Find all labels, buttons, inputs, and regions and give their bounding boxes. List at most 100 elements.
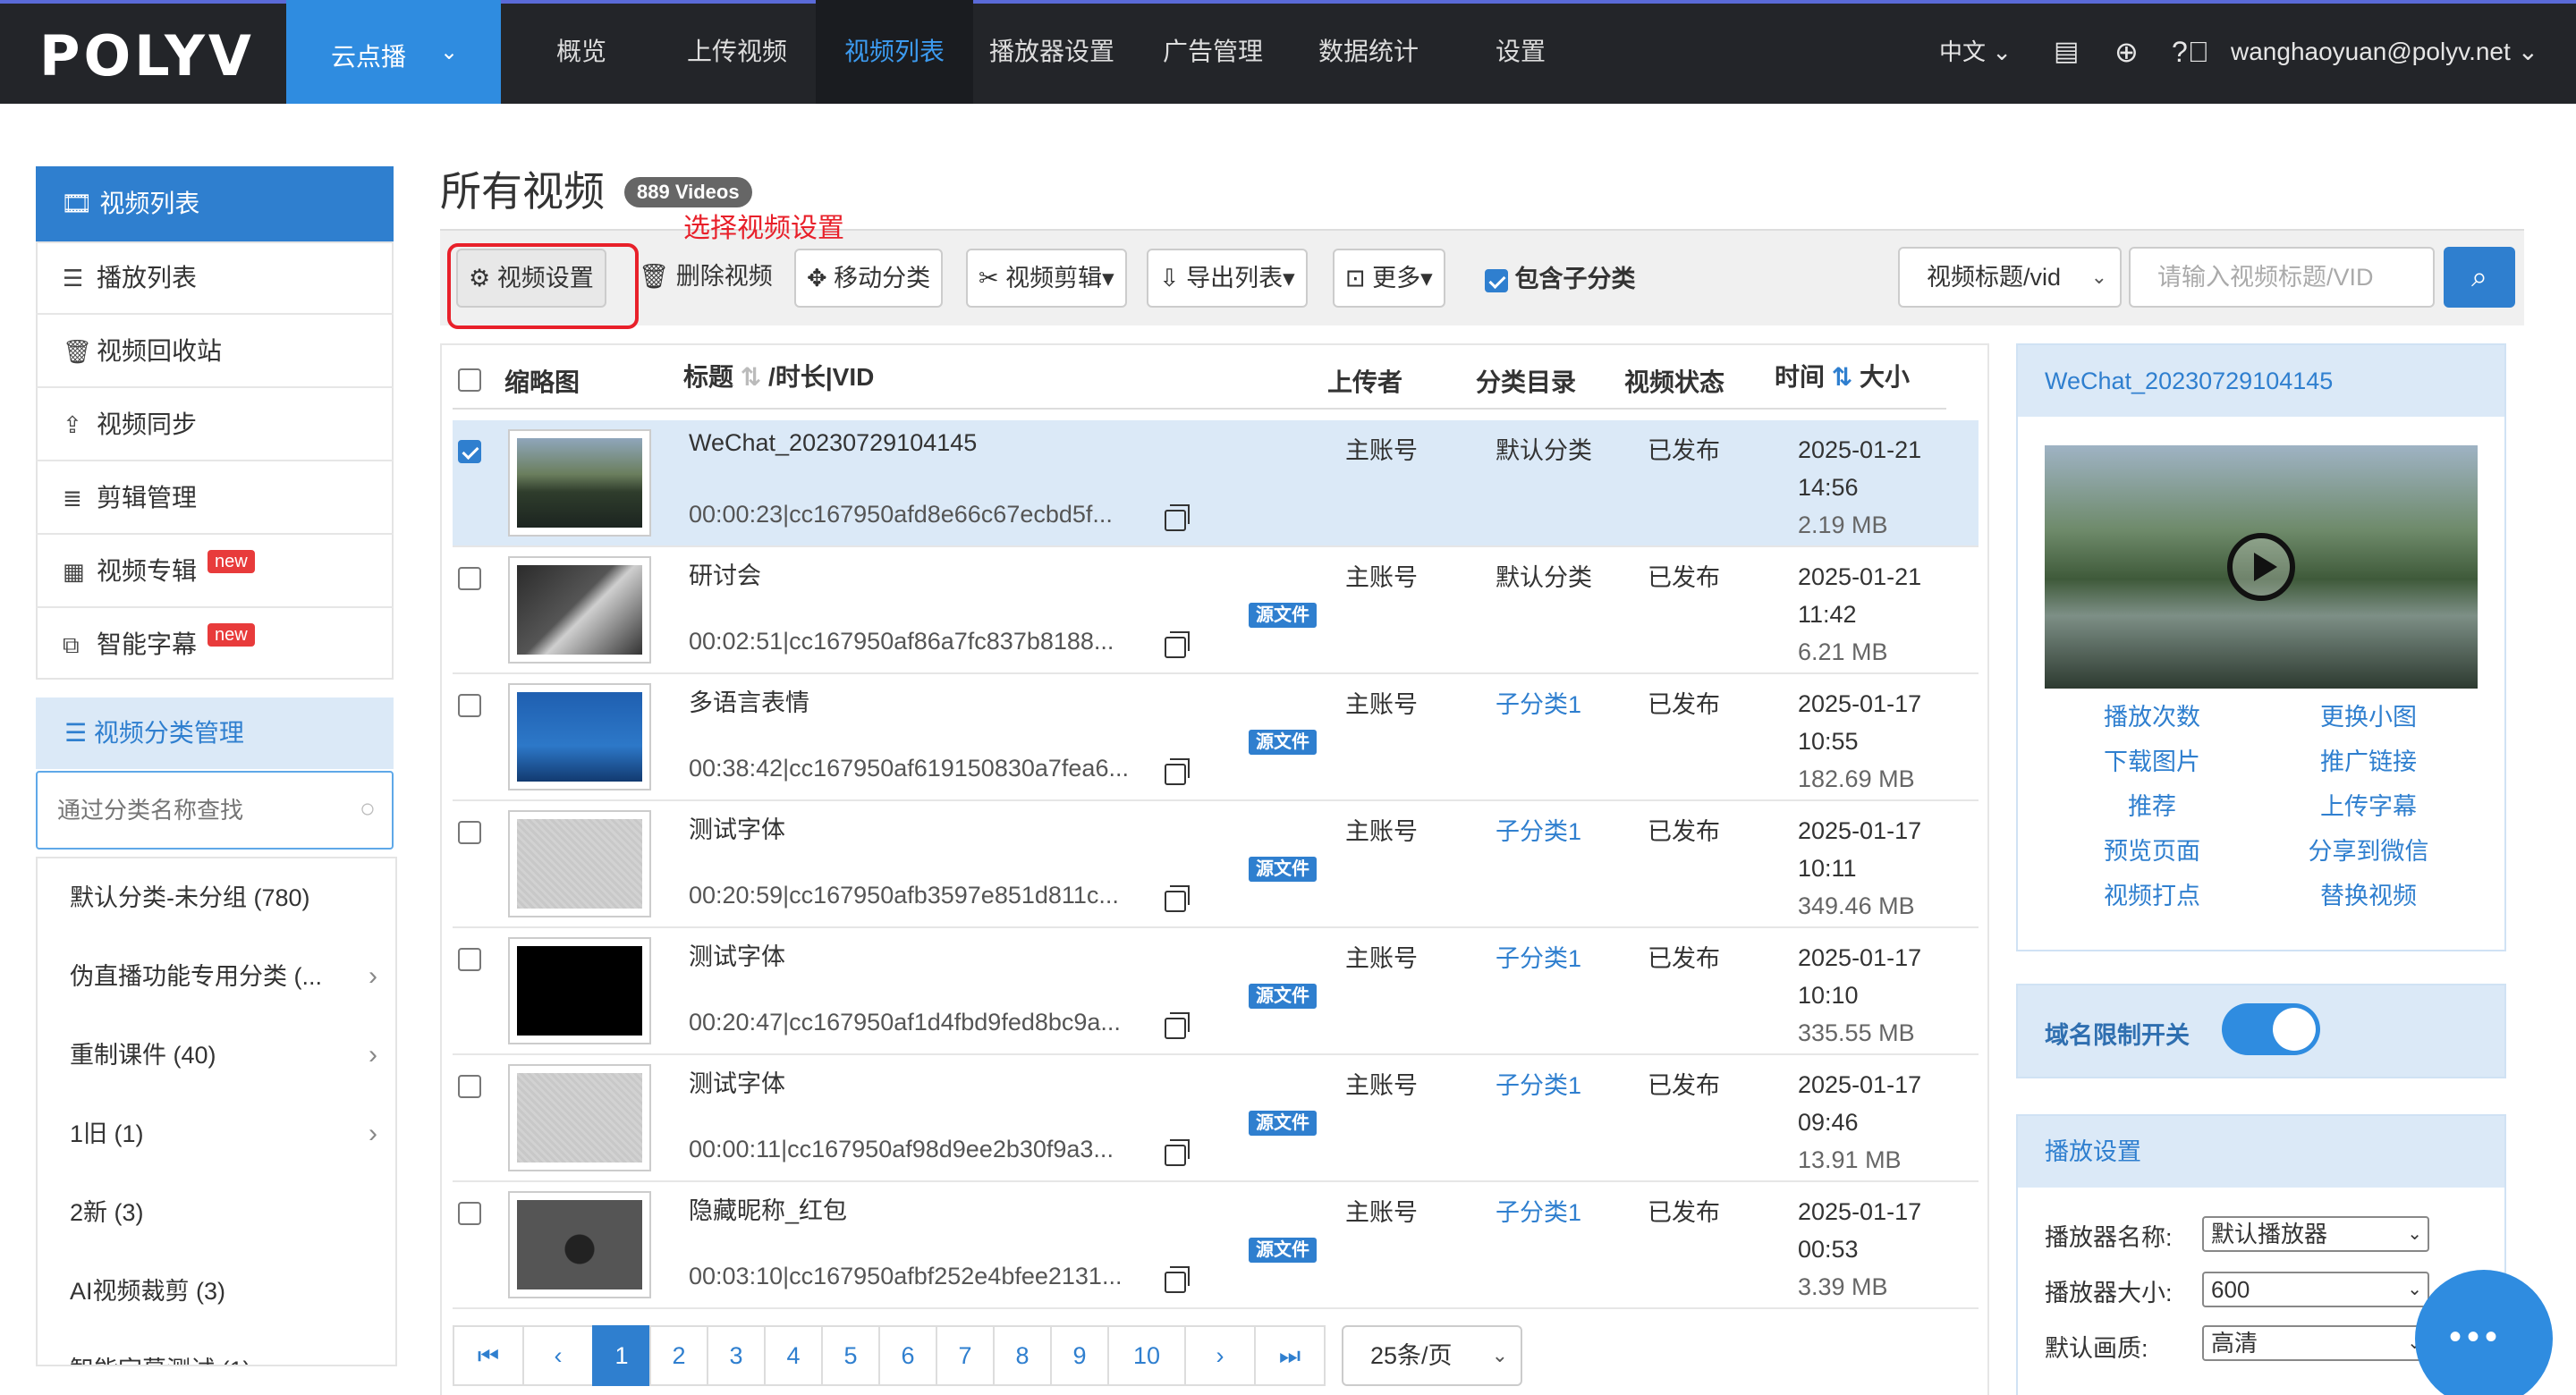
search-icon[interactable]: ○: [360, 794, 376, 824]
select-all-checkbox[interactable]: [458, 365, 481, 393]
video-category[interactable]: 子分类1: [1496, 939, 1581, 974]
table-row[interactable]: 研讨会 源文件 00:02:51|cc167950af86a7fc837b8188.…: [453, 547, 1979, 674]
copy-icon[interactable]: [1165, 885, 1190, 912]
sidebar-item-albums[interactable]: ▦ 视频专辑 new: [36, 535, 394, 608]
category-item[interactable]: 默认分类-未分组 (780): [38, 858, 395, 937]
video-title[interactable]: 多语言表情: [689, 683, 809, 718]
header-title[interactable]: 标题 ⇅ /时长|VID: [683, 358, 874, 393]
sidebar-item-playlist[interactable]: ☰ 播放列表: [36, 241, 394, 315]
video-category[interactable]: 子分类1: [1496, 812, 1581, 847]
video-category[interactable]: 子分类1: [1496, 1066, 1581, 1101]
video-category[interactable]: 子分类1: [1496, 1193, 1581, 1228]
table-row[interactable]: WeChat_20230729104145 00:00:23|cc167950af…: [453, 420, 1979, 547]
delete-video-button[interactable]: 🗑 删除视频: [628, 249, 784, 308]
video-clip-button[interactable]: ✂ 视频剪辑▾: [966, 249, 1127, 308]
download-icon[interactable]: ⊕: [2114, 0, 2139, 104]
video-thumbnail[interactable]: [508, 937, 651, 1044]
category-search-input[interactable]: [38, 773, 333, 848]
row-checkbox[interactable]: [458, 1075, 481, 1098]
category-item[interactable]: 智能字幕测试 (1): [38, 1331, 395, 1365]
row-checkbox[interactable]: [458, 1202, 481, 1225]
page-9[interactable]: 9: [1050, 1325, 1109, 1386]
page-1[interactable]: 1: [592, 1325, 651, 1386]
page-4[interactable]: 4: [764, 1325, 823, 1386]
include-subcategory-option[interactable]: 包含子分类: [1485, 259, 1636, 294]
header-time-size[interactable]: 时间 ⇅ 大小: [1775, 358, 1910, 393]
nav-settings[interactable]: 设置: [1485, 0, 1556, 104]
chevron-right-icon[interactable]: ›: [369, 937, 377, 1016]
chevron-right-icon[interactable]: ›: [369, 1016, 377, 1095]
default-quality-select[interactable]: 高清⌄: [2202, 1325, 2429, 1361]
video-thumbnail[interactable]: [508, 1064, 651, 1171]
row-checkbox[interactable]: [458, 440, 481, 463]
export-list-button[interactable]: ⇩ 导出列表▾: [1147, 249, 1308, 308]
nav-upload[interactable]: 上传视频: [669, 0, 805, 104]
category-management-head[interactable]: ☰ 视频分类管理: [36, 698, 394, 769]
chat-button[interactable]: •••: [2415, 1270, 2553, 1395]
category-item[interactable]: 伪直播功能专用分类 (... ›: [38, 937, 395, 1016]
copy-icon[interactable]: [1165, 758, 1190, 785]
video-preview-image[interactable]: [2045, 445, 2478, 689]
chevron-right-icon[interactable]: ›: [369, 1095, 377, 1173]
link-recommend[interactable]: 推荐: [2063, 787, 2241, 822]
link-change-thumbnail[interactable]: 更换小图: [2279, 698, 2458, 732]
video-title[interactable]: 隐藏昵称_红包: [689, 1191, 847, 1226]
row-checkbox[interactable]: [458, 567, 481, 590]
video-thumbnail[interactable]: [508, 556, 651, 664]
copy-icon[interactable]: [1165, 1139, 1190, 1166]
video-search-input[interactable]: 请输入视频标题/VID: [2129, 247, 2435, 308]
search-button[interactable]: ⌕: [2444, 247, 2515, 308]
video-thumbnail[interactable]: [508, 1191, 651, 1298]
player-size-select[interactable]: 600 ⌄: [2202, 1272, 2429, 1307]
video-thumbnail[interactable]: [508, 429, 651, 537]
domain-limit-toggle[interactable]: [2222, 1003, 2320, 1055]
nav-ads[interactable]: 广告管理: [1150, 0, 1275, 104]
sidebar-item-subtitles[interactable]: ⧉ 智能字幕 new: [36, 608, 394, 681]
sidebar-item-clips[interactable]: ≣ 剪辑管理: [36, 461, 394, 535]
video-thumbnail[interactable]: [508, 683, 651, 790]
link-share-wechat[interactable]: 分享到微信: [2279, 832, 2458, 867]
prev-page-button[interactable]: ‹: [522, 1325, 594, 1386]
table-row[interactable]: 测试字体 源文件 00:20:59|cc167950afb3597e851d811c…: [453, 801, 1979, 928]
row-checkbox[interactable]: [458, 694, 481, 717]
category-item[interactable]: 2新 (3): [38, 1173, 395, 1252]
page-10[interactable]: 10: [1107, 1325, 1186, 1386]
nav-stats[interactable]: 数据统计: [1309, 0, 1428, 104]
page-5[interactable]: 5: [821, 1325, 880, 1386]
video-thumbnail[interactable]: [508, 810, 651, 917]
next-page-button[interactable]: ›: [1184, 1325, 1256, 1386]
link-replace-video[interactable]: 替换视频: [2279, 876, 2458, 911]
sidebar-head-video-list[interactable]: 🎞 视频列表: [36, 166, 394, 241]
help-icon[interactable]: ?⃝: [2172, 0, 2209, 104]
sort-desc-icon[interactable]: ⇅: [1832, 363, 1852, 391]
link-preview-page[interactable]: 预览页面: [2063, 832, 2241, 867]
table-row[interactable]: 测试字体 源文件 00:00:11|cc167950af98d9ee2b30f9a3…: [453, 1055, 1979, 1182]
page-2[interactable]: 2: [649, 1325, 708, 1386]
copy-icon[interactable]: [1165, 631, 1190, 658]
nav-overview[interactable]: 概览: [537, 0, 626, 104]
category-item[interactable]: AI视频裁剪 (3): [38, 1252, 395, 1331]
more-button[interactable]: ⊡ 更多▾: [1333, 249, 1445, 308]
sort-icon[interactable]: ⇅: [741, 363, 761, 391]
video-title[interactable]: 测试字体: [689, 810, 785, 845]
move-category-button[interactable]: ✥ 移动分类: [794, 249, 944, 308]
link-promo-link[interactable]: 推广链接: [2279, 742, 2458, 777]
video-title[interactable]: 研讨会: [689, 556, 761, 591]
nav-video-list[interactable]: 视频列表: [816, 0, 973, 104]
last-page-button[interactable]: ⏭: [1254, 1325, 1326, 1386]
link-download-image[interactable]: 下载图片: [2063, 742, 2241, 777]
nav-player-settings[interactable]: 播放器设置: [979, 0, 1125, 104]
sidebar-item-sync[interactable]: ⇪ 视频同步: [36, 388, 394, 461]
player-name-select[interactable]: 默认播放器 ⌄: [2202, 1216, 2429, 1252]
user-menu[interactable]: wanghaoyuan@polyv.net ⌄: [2231, 0, 2538, 104]
page-7[interactable]: 7: [936, 1325, 995, 1386]
table-row[interactable]: 隐藏昵称_红包 源文件 00:03:10|cc167950afbf252e4bfee…: [453, 1182, 1979, 1309]
table-row[interactable]: 多语言表情 源文件 00:38:42|cc167950af619150830a7fe…: [453, 674, 1979, 801]
row-checkbox[interactable]: [458, 948, 481, 971]
notes-icon[interactable]: ▤: [2054, 0, 2079, 104]
page-8[interactable]: 8: [993, 1325, 1052, 1386]
per-page-select[interactable]: 25条/页 ⌄: [1342, 1325, 1522, 1386]
product-switcher[interactable]: 云点播 ⌄: [286, 0, 501, 104]
category-item[interactable]: 1旧 (1) ›: [38, 1095, 395, 1173]
copy-icon[interactable]: [1165, 504, 1190, 531]
